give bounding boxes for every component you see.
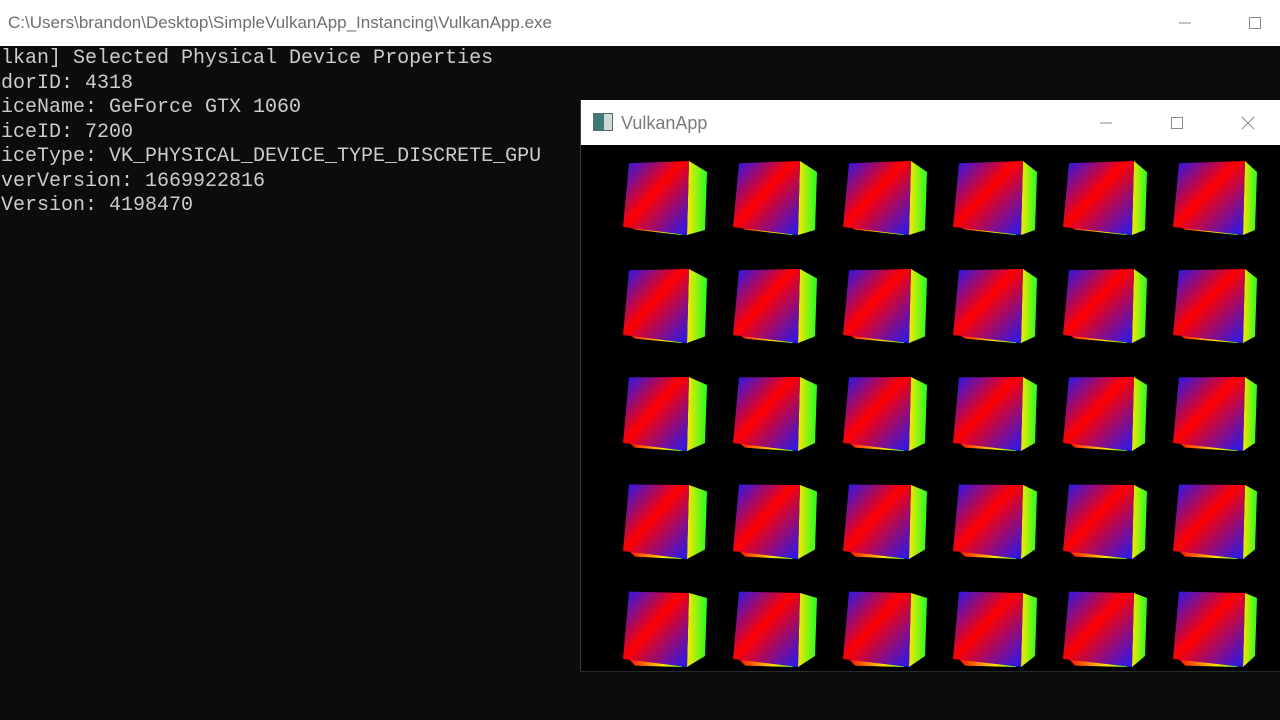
cube [1173, 269, 1257, 343]
close-icon [1241, 116, 1255, 129]
cube [843, 484, 927, 559]
app-minimize-button[interactable] [1071, 100, 1141, 145]
cube [953, 161, 1037, 235]
console-line: lkan] Selected Physical Device Propertie… [1, 47, 494, 70]
cube [953, 377, 1037, 451]
cube [733, 591, 817, 667]
cube [623, 377, 707, 451]
minimize-icon [1100, 122, 1112, 123]
vulkan-app-window[interactable]: VulkanApp [580, 100, 1280, 672]
console-line: iceName: GeForce GTX 1060 [1, 96, 302, 119]
cube [843, 269, 927, 343]
maximize-icon [1171, 116, 1183, 129]
minimize-icon [1179, 22, 1191, 24]
app-titlebar[interactable]: VulkanApp [581, 100, 1280, 145]
console-maximize-button[interactable] [1220, 0, 1280, 46]
cube [953, 484, 1037, 559]
cube [733, 484, 817, 559]
cube [843, 377, 927, 451]
cube [1063, 484, 1147, 559]
cube [1063, 591, 1147, 667]
cube [1173, 377, 1257, 451]
cube [1173, 161, 1257, 235]
cube [953, 591, 1037, 667]
cube [953, 269, 1037, 343]
console-minimize-button[interactable] [1150, 0, 1220, 46]
console-line: iceType: VK_PHYSICAL_DEVICE_TYPE_DISCRET… [1, 145, 542, 168]
console-line: dorID: 4318 [1, 72, 134, 95]
app-close-button[interactable] [1213, 100, 1280, 145]
console-title: C:\Users\brandon\Desktop\SimpleVulkanApp… [8, 13, 552, 32]
cube [623, 484, 707, 559]
cube [733, 269, 817, 343]
console-line: Version: 4198470 [1, 194, 194, 217]
console-line: verVersion: 1669922816 [1, 170, 266, 193]
render-viewport[interactable] [581, 145, 1280, 671]
cube [1063, 161, 1147, 235]
maximize-icon [1249, 17, 1261, 29]
cube [623, 161, 707, 235]
cube [1173, 484, 1257, 559]
console-titlebar[interactable]: C:\Users\brandon\Desktop\SimpleVulkanApp… [0, 0, 1280, 46]
cube [1063, 377, 1147, 451]
cube [1063, 269, 1147, 343]
cube [733, 161, 817, 235]
cube [733, 377, 817, 451]
cube [843, 161, 927, 235]
app-title: VulkanApp [621, 113, 708, 133]
cube [623, 269, 707, 343]
cube [623, 591, 707, 667]
app-maximize-button[interactable] [1142, 100, 1212, 145]
console-line: iceID: 7200 [1, 121, 134, 144]
app-icon [593, 113, 613, 131]
cube [843, 591, 927, 667]
cube [1173, 591, 1257, 667]
